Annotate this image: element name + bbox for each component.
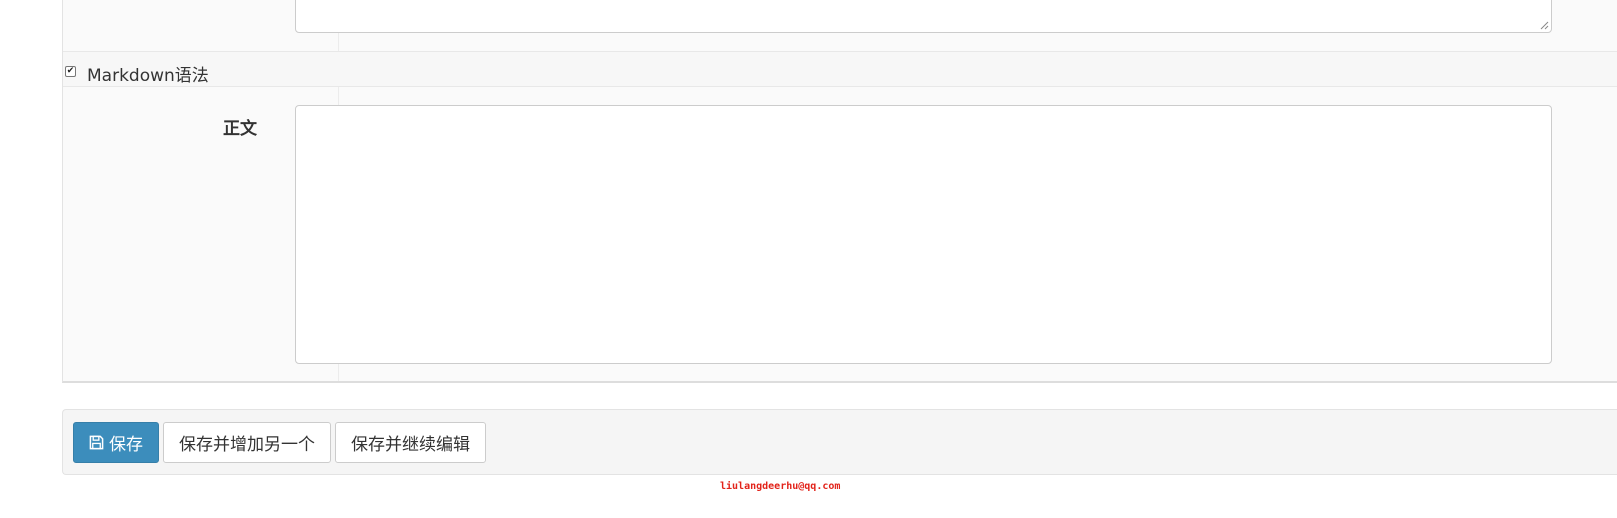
save-and-continue-editing-button[interactable]: 保存并继续编辑 [335,422,486,463]
save-button-label: 保存 [109,435,143,455]
resize-grip-icon[interactable] [1539,20,1549,30]
watermark-text: liulangdeerhu@qq.com [720,481,841,492]
form-actions-bar: 保存 保存并增加另一个 保存并继续编辑 [62,409,1617,475]
body-label: 正文 [223,119,257,139]
previous-textarea[interactable] [295,0,1552,33]
markdown-label: Markdown语法 [87,66,209,86]
body-textarea[interactable] [295,105,1552,364]
markdown-row: ✔ Markdown语法 [63,52,1617,87]
floppy-disk-icon [89,435,104,450]
save-and-add-another-button[interactable]: 保存并增加另一个 [163,422,331,463]
body-field-row: 正文 [63,87,1617,381]
form-panel: ✔ Markdown语法 正文 [62,0,1617,383]
markdown-checkbox[interactable]: ✔ [65,66,76,77]
previous-field-row [63,0,1617,52]
save-button[interactable]: 保存 [73,422,159,463]
